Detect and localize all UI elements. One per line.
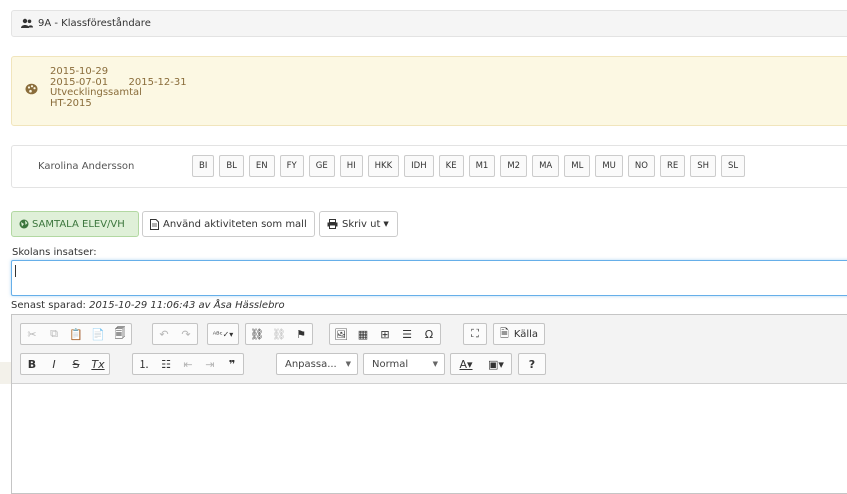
- paste-text-icon[interactable]: 📄: [87, 324, 109, 344]
- subject-button-no[interactable]: NO: [627, 155, 655, 177]
- student-panel: Karolina Andersson BI BL EN FY GE HI HKK IDH KE M…: [11, 145, 847, 188]
- subject-button-bi[interactable]: BI: [192, 155, 215, 177]
- editor-toolbar: ✂ ⧉ 📋 📄 🗐 ↶ ↷ ᴬᴮᶜ✓▾ ⛓ ⛓ ⚑ 🖼 ▦ ⊞ ☰ Ω ⛶ 🗎 …: [12, 315, 847, 384]
- numbered-list-icon[interactable]: ⒈: [133, 354, 155, 374]
- student-name: Karolina Andersson: [38, 161, 135, 172]
- activity-date: 2015-10-29: [50, 66, 109, 77]
- strike-icon[interactable]: S: [65, 354, 87, 374]
- text-caret: [15, 265, 16, 277]
- cut-icon[interactable]: ✂: [21, 324, 43, 344]
- activity-term: HT-2015: [50, 97, 92, 109]
- image-icon[interactable]: 🖼: [330, 324, 352, 344]
- table-icon[interactable]: ⊞: [374, 324, 396, 344]
- talk-student-label: SAMTALA ELEV/VH: [32, 218, 125, 230]
- activity-info: 2015-10-29 2015-07-01 2015-12-31 Utveckl…: [11, 56, 847, 126]
- source-button[interactable]: 🗎 Källa: [493, 323, 546, 345]
- editor-content[interactable]: [12, 384, 847, 493]
- paste-icon[interactable]: 📋: [65, 324, 87, 344]
- remove-format-icon[interactable]: Tx: [87, 354, 109, 374]
- redo-icon[interactable]: ↷: [175, 324, 197, 344]
- subject-button-sl[interactable]: SL: [721, 155, 746, 177]
- use-as-template-button[interactable]: Använd aktiviteten som mall: [142, 211, 315, 237]
- class-title: 9A - Klassföreståndare: [38, 18, 151, 29]
- subject-button-en[interactable]: EN: [248, 155, 275, 177]
- subject-button-hkk[interactable]: HKK: [367, 155, 400, 177]
- clipboard-group: ✂ ⧉ 📋 📄 🗐: [20, 323, 132, 345]
- subject-button-sh[interactable]: SH: [690, 155, 717, 177]
- italic-icon[interactable]: I: [43, 354, 65, 374]
- subject-button-ma[interactable]: MA: [532, 155, 560, 177]
- basic-style-group: B I S Tx: [20, 353, 110, 375]
- caret-down-icon: ▼: [383, 220, 389, 228]
- talk-student-button[interactable]: SAMTALA ELEV/VH: [11, 211, 139, 237]
- subject-buttons: BI BL EN FY GE HI HKK IDH KE M1 M2 MA ML MU NO RE SH SL: [192, 155, 750, 177]
- format-combo[interactable]: Anpassa... ▼: [276, 353, 358, 375]
- bg-color-icon[interactable]: ▣▾: [481, 354, 511, 374]
- field-label: Skolans insatser:: [12, 247, 97, 258]
- print-icon: [327, 219, 338, 229]
- side-marker: [0, 362, 11, 384]
- subject-button-bl[interactable]: BL: [219, 155, 244, 177]
- subject-button-m2[interactable]: M2: [500, 155, 528, 177]
- style-combo[interactable]: Normal ▼: [363, 353, 445, 375]
- chevron-down-icon: ▼: [432, 360, 438, 368]
- class-header: 9A - Klassföreståndare: [11, 10, 847, 37]
- subject-button-fy[interactable]: FY: [279, 155, 304, 177]
- bold-icon[interactable]: B: [21, 354, 43, 374]
- subject-button-ke[interactable]: KE: [438, 155, 464, 177]
- history-group: ↶ ↷: [152, 323, 198, 345]
- activity-type: Utvecklingssamtal: [50, 87, 142, 98]
- copy-icon[interactable]: ⧉: [43, 324, 65, 344]
- use-as-template-label: Använd aktiviteten som mall: [163, 218, 307, 230]
- special-char-icon[interactable]: Ω: [418, 324, 440, 344]
- users-icon: [21, 18, 33, 28]
- print-dropdown-button[interactable]: Skriv ut ▼: [319, 211, 398, 237]
- subject-button-idh[interactable]: IDH: [404, 155, 434, 177]
- text-color-icon[interactable]: A▾: [451, 354, 481, 374]
- source-label: Källa: [513, 328, 539, 340]
- subject-button-hi[interactable]: HI: [339, 155, 363, 177]
- subject-button-re[interactable]: RE: [659, 155, 686, 177]
- maximize-icon[interactable]: ⛶: [464, 324, 486, 344]
- last-saved-info: 2015-10-29 11:06:43 av Åsa Hässlebro: [89, 300, 285, 311]
- flash-icon[interactable]: ▦: [352, 324, 374, 344]
- spellcheck-icon[interactable]: ᴬᴮᶜ✓▾: [208, 324, 238, 344]
- school-measures-input[interactable]: [11, 260, 847, 296]
- unlink-icon[interactable]: ⛓: [268, 324, 290, 344]
- maximize-group: ⛶: [463, 323, 487, 345]
- color-group: A▾ ▣▾: [450, 353, 512, 375]
- last-saved: Senast sparad: 2015-10-29 11:06:43 av Ås…: [11, 300, 285, 311]
- format-combo-label: Anpassa...: [285, 358, 337, 370]
- globe-icon: [19, 219, 29, 229]
- last-saved-prefix: Senast sparad:: [11, 300, 86, 311]
- document-icon: [150, 218, 159, 230]
- help-icon[interactable]: ?: [519, 354, 545, 374]
- indent-icon[interactable]: ⇥: [199, 354, 221, 374]
- palette-icon: [25, 83, 38, 95]
- outdent-icon[interactable]: ⇤: [177, 354, 199, 374]
- paste-word-icon[interactable]: 🗐: [109, 324, 131, 344]
- subject-button-ml[interactable]: ML: [564, 155, 591, 177]
- chevron-down-icon: ▼: [345, 360, 351, 368]
- undo-icon[interactable]: ↶: [153, 324, 175, 344]
- insert-group: 🖼 ▦ ⊞ ☰ Ω: [329, 323, 441, 345]
- subject-button-ge[interactable]: GE: [308, 155, 335, 177]
- link-icon[interactable]: ⛓: [246, 324, 268, 344]
- blockquote-icon[interactable]: ❞: [221, 354, 243, 374]
- anchor-flag-icon[interactable]: ⚑: [290, 324, 312, 344]
- subject-button-mu[interactable]: MU: [595, 155, 623, 177]
- spellcheck-group: ᴬᴮᶜ✓▾: [207, 323, 239, 345]
- list-group: ⒈ ☷ ⇤ ⇥ ❞: [132, 353, 244, 375]
- print-label: Skriv ut: [342, 218, 381, 230]
- source-icon: 🗎: [500, 326, 509, 340]
- help-group: ?: [518, 353, 546, 375]
- bulleted-list-icon[interactable]: ☷: [155, 354, 177, 374]
- rich-text-editor: ✂ ⧉ 📋 📄 🗐 ↶ ↷ ᴬᴮᶜ✓▾ ⛓ ⛓ ⚑ 🖼 ▦ ⊞ ☰ Ω ⛶ 🗎 …: [11, 314, 847, 494]
- link-group: ⛓ ⛓ ⚑: [245, 323, 313, 345]
- horizontal-rule-icon[interactable]: ☰: [396, 324, 418, 344]
- subject-button-m1[interactable]: M1: [468, 155, 496, 177]
- style-combo-label: Normal: [372, 358, 409, 370]
